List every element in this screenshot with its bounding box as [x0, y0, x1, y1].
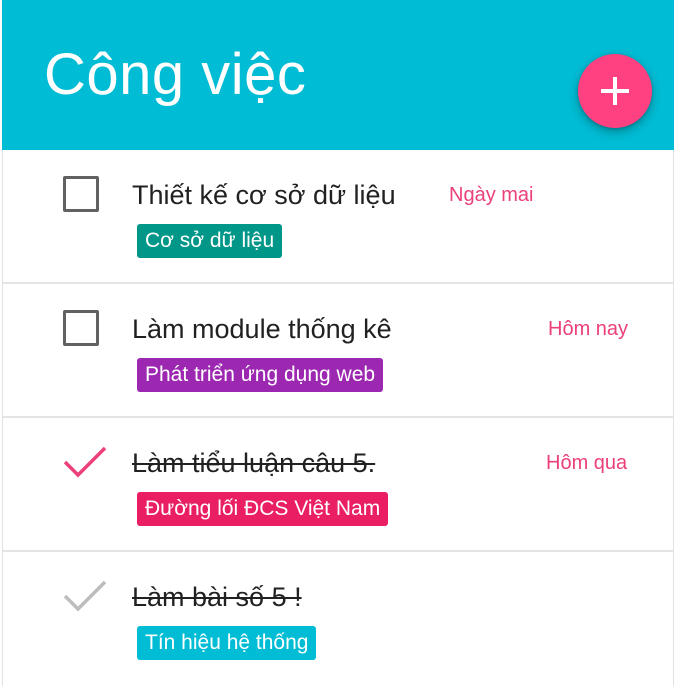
task-item[interactable]: Thiết kế cơ sở dữ liệu Ngày mai Cơ sở dữ…: [3, 150, 673, 284]
add-task-button[interactable]: [578, 54, 652, 128]
task-item[interactable]: Làm bài số 5 ! Tín hiệu hệ thống: [3, 552, 673, 686]
task-tag: Phát triển ứng dụng web: [137, 358, 384, 392]
task-title: Làm module thống kê: [132, 314, 392, 344]
plus-icon: [601, 77, 629, 105]
due-label: Hôm nay: [548, 318, 629, 340]
task-tag: Đường lối ĐCS Việt Nam: [137, 492, 389, 526]
task-title: Thiết kế cơ sở dữ liệu: [132, 180, 396, 210]
task-title: Làm bài số 5 !: [132, 582, 302, 612]
task-checkbox[interactable]: [63, 176, 99, 212]
app-header: Công việc: [2, 0, 674, 150]
checkmark-icon[interactable]: [61, 442, 109, 482]
due-label: Hôm qua: [546, 452, 628, 474]
due-label: Ngày mai: [449, 184, 534, 206]
task-checkbox[interactable]: [63, 310, 99, 346]
todo-app: Công việc Thiết kế cơ sở dữ liệu Ngày ma…: [0, 0, 676, 686]
task-item[interactable]: Làm module thống kê Hôm nay Phát triển ứ…: [3, 284, 673, 418]
task-tag: Tín hiệu hệ thống: [137, 626, 317, 660]
task-tag: Cơ sở dữ liệu: [137, 224, 283, 258]
checkmark-icon[interactable]: [61, 576, 109, 616]
task-item[interactable]: Làm tiểu luận câu 5. Hôm qua Đường lối Đ…: [3, 418, 673, 552]
task-list: Thiết kế cơ sở dữ liệu Ngày mai Cơ sở dữ…: [2, 150, 674, 686]
page-title: Công việc: [44, 42, 307, 107]
task-title: Làm tiểu luận câu 5.: [132, 448, 376, 478]
